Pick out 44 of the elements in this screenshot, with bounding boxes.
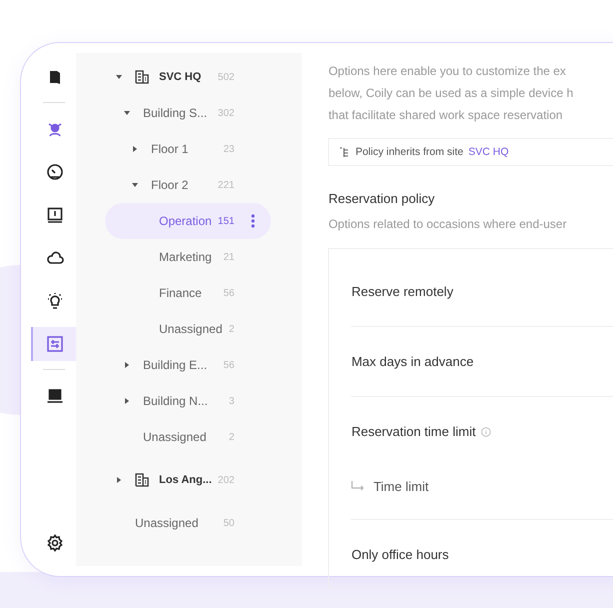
caret-right-icon[interactable] (132, 146, 138, 152)
tree-item[interactable]: Floor 1 23 (105, 131, 272, 167)
caret-down-icon[interactable] (116, 74, 122, 80)
info-icon (480, 426, 491, 436)
inherit-text: Policy inherits from site (355, 146, 464, 158)
building-icon (135, 473, 149, 487)
caret-right-icon[interactable] (124, 362, 130, 368)
tree-item[interactable]: Operation 151 (105, 203, 272, 239)
tree-item[interactable]: Building N... 3 (105, 383, 272, 419)
setting-label: Time limit (373, 478, 429, 494)
tree-item[interactable]: Unassigned 50 (105, 505, 272, 541)
settings-icon (46, 534, 64, 552)
site-link[interactable]: SVC HQ (468, 146, 509, 158)
caret-right-icon[interactable] (124, 398, 130, 404)
tree-item[interactable]: Los Ang... 202 (105, 462, 272, 498)
tree-item[interactable]: Building S... 302 (105, 95, 272, 131)
setting-label: Max days in advance (351, 354, 474, 369)
section-subtitle: Options related to occasions where end-user (328, 217, 568, 231)
setting-label: Reservation time limit (351, 424, 476, 439)
sub-arrow-icon (351, 481, 366, 491)
caret-down-icon[interactable] (132, 182, 138, 188)
gauge-icon (46, 162, 64, 180)
building-icon (135, 70, 149, 84)
section-title: Reservation policy (328, 191, 436, 206)
tree-item[interactable]: Finance 56 (105, 275, 272, 311)
caret-down-icon[interactable] (124, 110, 130, 116)
laptop-icon (46, 386, 64, 404)
tree-item[interactable]: Marketing 21 (105, 239, 272, 275)
hierarchy-icon (339, 146, 350, 158)
tree-item[interactable]: Floor 2 221 (105, 167, 272, 203)
caret-right-icon[interactable] (116, 477, 122, 483)
tree-item[interactable]: Unassigned 2 (105, 311, 272, 347)
intro-paragraph: Options here enable you to customize the ex below, Coily can be used as a simple device h that facilitate shared work space reservation (328, 63, 574, 124)
sliders-nav-button[interactable] (31, 326, 76, 360)
monitor-icon (46, 206, 64, 224)
tree-item[interactable]: Building E... 56 (105, 347, 272, 383)
tree-item[interactable]: Unassigned 2 (105, 419, 272, 455)
setting-label: Reserve remotely (351, 284, 454, 299)
setting-label: Only office hours (351, 547, 449, 562)
more-options-icon[interactable] (251, 214, 256, 228)
tree-item[interactable]: SVC HQ 502 (105, 59, 272, 95)
cloud-icon (46, 248, 64, 266)
sliders-icon (46, 334, 64, 352)
bulb-icon (46, 292, 64, 310)
